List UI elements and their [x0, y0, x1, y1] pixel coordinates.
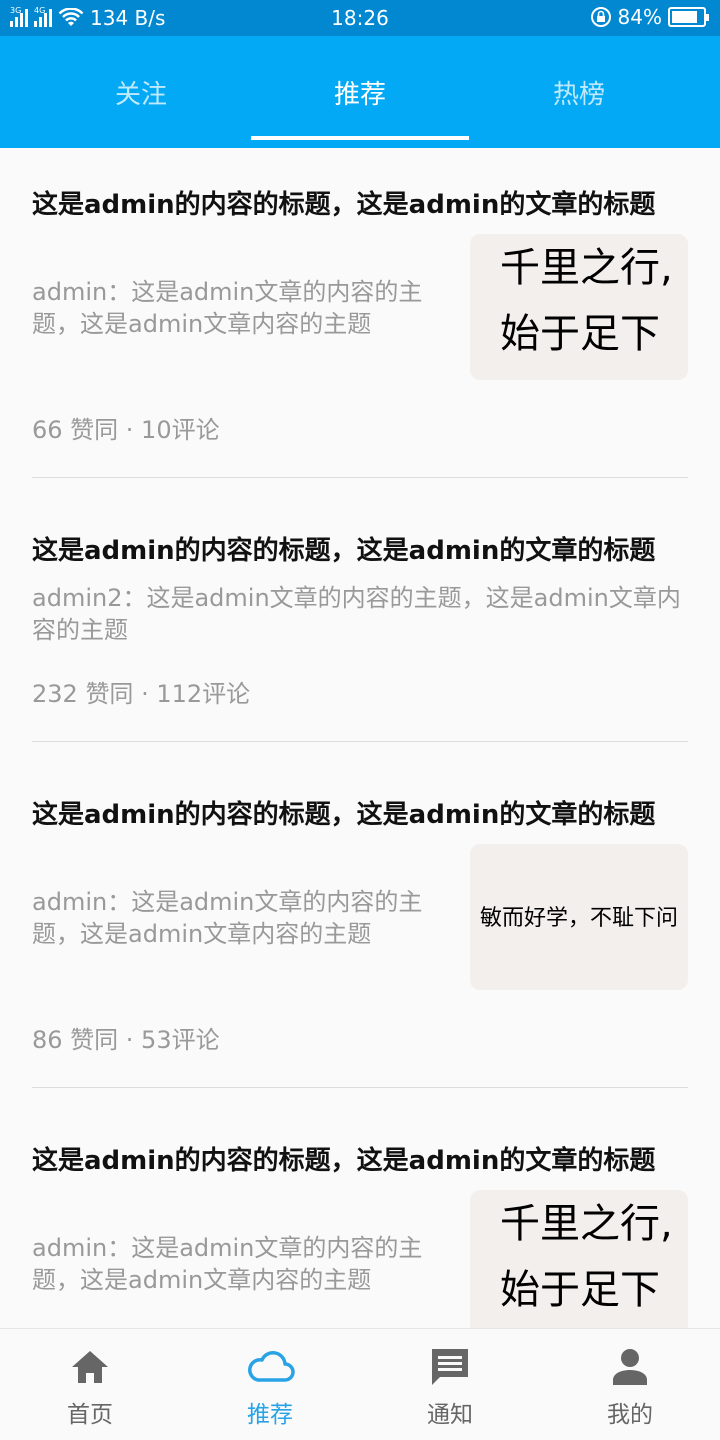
nav-recommend-label: 推荐 [247, 1402, 293, 1428]
article-stats: 66 赞同 · 10评论 [32, 416, 220, 444]
nav-notify-label: 通知 [427, 1402, 473, 1428]
rotation-lock-icon [590, 7, 611, 27]
summary-line: admin：这是admin文章的内容的主 [32, 888, 423, 916]
article-title[interactable]: 这是admin的内容的标题，这是admin的文章的标题 [32, 184, 655, 221]
active-tab-indicator [251, 136, 469, 140]
nav-me[interactable]: 我的 [540, 1329, 720, 1440]
article-summary: admin：这是admin文章的内容的主 题，这是admin文章内容的主题 [32, 886, 422, 950]
article-thumbnail[interactable]: 千里之行, 始于足下 [470, 234, 688, 380]
thumbnail-text: 始于足下 [500, 1267, 660, 1313]
article-thumbnail[interactable]: 千里之行, 始于足下 [470, 1190, 688, 1328]
tab-follow-label: 关注 [114, 79, 167, 110]
thumbnail-text: 千里之行, [500, 245, 673, 291]
tab-follow[interactable]: 关注 [31, 36, 251, 148]
summary-line: 题，这是admin文章内容的主题 [32, 1266, 372, 1294]
summary-line: 题，这是admin文章内容的主题 [32, 310, 372, 338]
thumbnail-text: 敏而好学，不耻下问 [479, 906, 678, 931]
cloud-icon [248, 1351, 295, 1382]
article-summary: admin：这是admin文章的内容的主 题，这是admin文章内容的主题 [32, 276, 422, 340]
battery-percent: 84% [617, 5, 662, 29]
person-icon [613, 1349, 647, 1385]
summary-line: admin2：这是admin文章的内容的主题，这是admin文章内 [32, 584, 681, 612]
nav-recommend[interactable]: 推荐 [180, 1329, 360, 1440]
summary-line: 题，这是admin文章内容的主题 [32, 920, 372, 948]
status-bar: 3G 4G 134 B/s 18:26 84% [0, 0, 720, 36]
article-stats: 86 赞同 · 53评论 [32, 1026, 220, 1054]
article-card[interactable]: 这是admin的内容的标题，这是admin的文章的标题 admin2：这是adm… [32, 478, 688, 742]
article-summary: admin：这是admin文章的内容的主 题，这是admin文章内容的主题 [32, 1232, 422, 1296]
article-summary: admin2：这是admin文章的内容的主题，这是admin文章内 容的主题 [32, 582, 681, 646]
nav-notify[interactable]: 通知 [360, 1329, 540, 1440]
tab-hot[interactable]: 热榜 [469, 36, 689, 148]
article-title[interactable]: 这是admin的内容的标题，这是admin的文章的标题 [32, 794, 655, 831]
home-icon [72, 1351, 108, 1383]
thumbnail-text: 千里之行, [500, 1201, 673, 1247]
nav-home[interactable]: 首页 [0, 1329, 180, 1440]
article-feed[interactable]: 这是admin的内容的标题，这是admin的文章的标题 admin：这是admi… [0, 148, 720, 1328]
nav-me-label: 我的 [607, 1402, 653, 1428]
article-thumbnail[interactable]: 敏而好学，不耻下问 [470, 844, 688, 990]
summary-line: admin：这是admin文章的内容的主 [32, 278, 423, 306]
article-title[interactable]: 这是admin的内容的标题，这是admin的文章的标题 [32, 1140, 655, 1177]
tab-recommend[interactable]: 推荐 [250, 36, 470, 148]
article-card[interactable]: 这是admin的内容的标题，这是admin的文章的标题 admin：这是admi… [32, 1088, 688, 1328]
article-title[interactable]: 这是admin的内容的标题，这是admin的文章的标题 [32, 530, 655, 567]
tab-hot-label: 热榜 [552, 79, 605, 110]
summary-line: 容的主题 [32, 616, 128, 644]
thumbnail-text: 始于足下 [500, 311, 660, 357]
status-right: 84% [590, 5, 709, 29]
summary-line: admin：这是admin文章的内容的主 [32, 1234, 423, 1262]
message-icon [432, 1349, 468, 1385]
tab-recommend-label: 推荐 [333, 79, 386, 110]
article-card[interactable]: 这是admin的内容的标题，这是admin的文章的标题 admin：这是admi… [32, 148, 688, 478]
battery-icon [668, 7, 709, 27]
top-tab-bar: 关注 推荐 热榜 [0, 36, 720, 148]
nav-home-label: 首页 [67, 1402, 113, 1428]
article-stats: 232 赞同 · 112评论 [32, 680, 251, 708]
bottom-navigation: 首页 推荐 通知 我的 [0, 1328, 720, 1440]
battery-fill [672, 11, 698, 23]
article-card[interactable]: 这是admin的内容的标题，这是admin的文章的标题 admin：这是admi… [32, 742, 688, 1088]
